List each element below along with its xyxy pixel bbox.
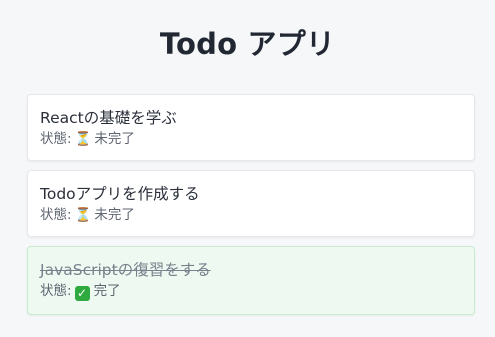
hourglass-icon: ⏳	[74, 207, 92, 223]
page-title: Todo アプリ	[159, 27, 336, 61]
status-text: 未完了	[94, 207, 135, 223]
status-label: 状態:	[40, 283, 72, 299]
status-text: 未完了	[94, 131, 135, 147]
todo-item-completed[interactable]: JavaScriptの復習をする 状態: ✓ 完了	[27, 246, 475, 315]
status-text: 完了	[93, 283, 121, 299]
todo-text: Reactの基礎を学ぶ	[40, 109, 177, 127]
todo-text: JavaScriptの復習をする	[40, 261, 211, 279]
hourglass-icon: ⏳	[74, 131, 92, 147]
todo-app: Todo アプリ Reactの基礎を学ぶ 状態: ⏳ 未完了 Todoアプリを作成す…	[0, 0, 495, 337]
todo-text: Todoアプリを作成する	[40, 185, 200, 203]
todo-status: 状態: ⏳ 未完了	[40, 205, 462, 225]
todo-status: 状態: ✓ 完了	[40, 281, 462, 301]
todo-item[interactable]: Todoアプリを作成する 状態: ⏳ 未完了	[27, 170, 475, 237]
todo-list: Reactの基礎を学ぶ 状態: ⏳ 未完了 Todoアプリを作成する 状態: ⏳ 未完了…	[27, 94, 475, 324]
status-label: 状態:	[40, 207, 72, 223]
todo-item[interactable]: Reactの基礎を学ぶ 状態: ⏳ 未完了	[27, 94, 475, 161]
check-mark-icon: ✓	[74, 286, 90, 301]
status-label: 状態:	[40, 131, 72, 147]
todo-status: 状態: ⏳ 未完了	[40, 129, 462, 149]
